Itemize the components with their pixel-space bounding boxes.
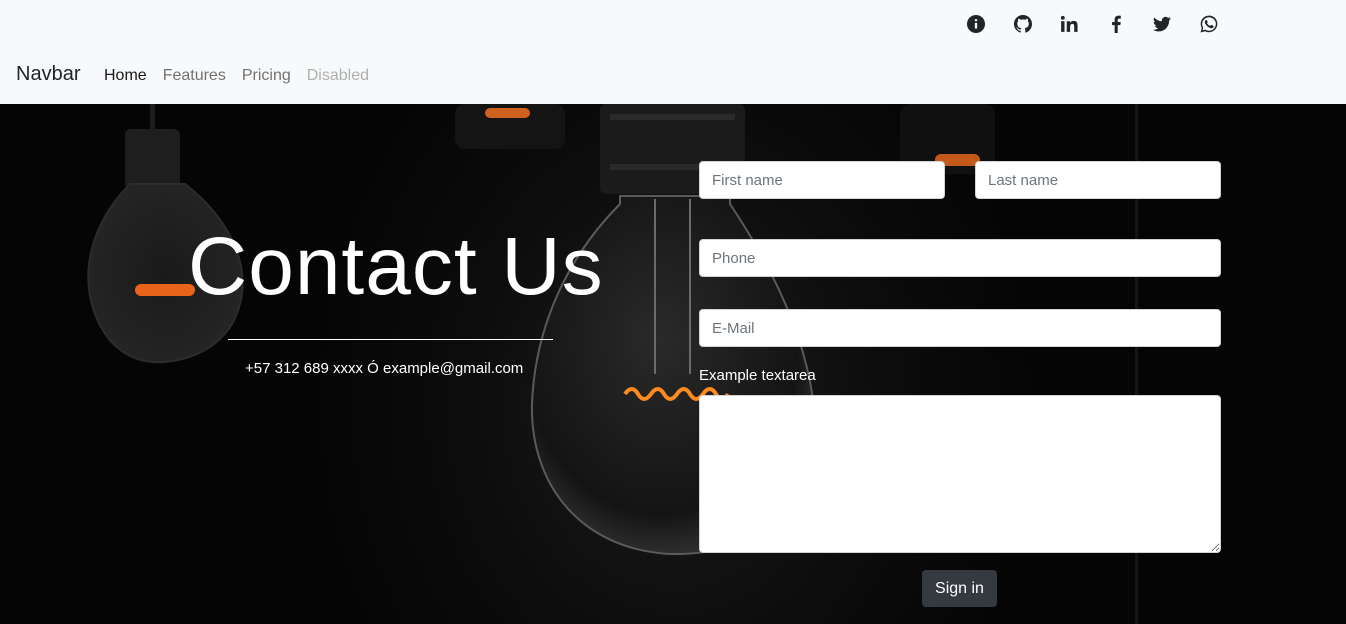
first-name-field[interactable]	[699, 161, 945, 199]
github-icon[interactable]	[1011, 12, 1035, 36]
email-field[interactable]	[699, 309, 1221, 347]
nav-links: Home Features Pricing Disabled	[104, 67, 369, 85]
message-textarea[interactable]	[699, 395, 1221, 553]
hero-section: Contact Us +57 312 689 xxxx Ó example@gm…	[0, 104, 1346, 624]
whatsapp-icon[interactable]	[1197, 12, 1221, 36]
nav-link-home[interactable]: Home	[104, 67, 147, 85]
contact-info: +57 312 689 xxxx Ó example@gmail.com	[245, 360, 524, 377]
info-icon[interactable]	[964, 12, 988, 36]
nav-link-features[interactable]: Features	[163, 67, 226, 85]
facebook-icon[interactable]	[1104, 12, 1128, 36]
last-name-field[interactable]	[975, 161, 1221, 199]
sign-in-button[interactable]: Sign in	[922, 570, 997, 607]
navbar: Navbar Home Features Pricing Disabled	[0, 0, 1346, 104]
navbar-brand[interactable]: Navbar	[16, 63, 80, 86]
nav-link-pricing[interactable]: Pricing	[242, 67, 291, 85]
textarea-label: Example textarea	[699, 367, 816, 384]
linkedin-icon[interactable]	[1057, 12, 1081, 36]
twitter-icon[interactable]	[1150, 12, 1174, 36]
nav-link-disabled: Disabled	[306, 67, 369, 84]
page-title: Contact Us	[188, 221, 604, 312]
title-divider	[228, 339, 553, 340]
phone-field[interactable]	[699, 239, 1221, 277]
social-icons	[964, 12, 1243, 36]
